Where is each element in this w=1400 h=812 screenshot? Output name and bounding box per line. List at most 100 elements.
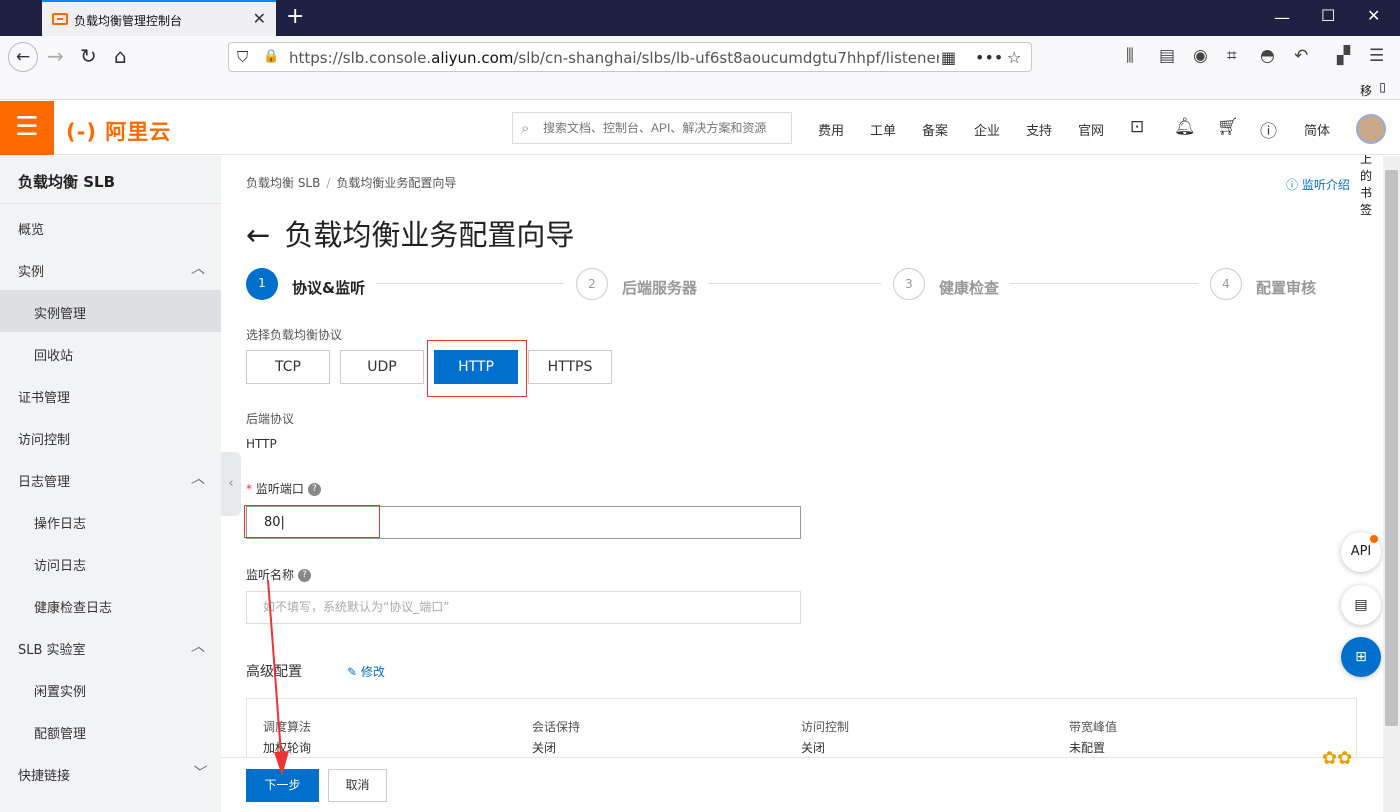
- sidebar-item-idle-instances[interactable]: 闲置实例: [0, 668, 221, 710]
- nav-website[interactable]: 官网: [1078, 120, 1104, 139]
- undo-extension-icon[interactable]: ↶: [1294, 46, 1308, 66]
- sidebar: 负载均衡 SLB 概览 实例 ︿ 实例管理 回收站 证书管理 访问控制 日志管理 ︿…: [0, 156, 221, 812]
- sidebar-item-logs[interactable]: 日志管理 ︿: [0, 458, 221, 500]
- protocol-label: 选择负载均衡协议: [246, 328, 343, 342]
- close-window-icon[interactable]: ✕: [1367, 6, 1380, 25]
- sidebar-item-quota[interactable]: 配额管理: [0, 710, 221, 752]
- bookmark-star-icon[interactable]: ☆: [1007, 48, 1021, 67]
- nav-enterprise[interactable]: 企业: [974, 120, 1000, 139]
- backend-protocol-value: HTTP: [246, 437, 277, 451]
- protocol-udp-button[interactable]: UDP: [340, 350, 424, 384]
- adv-value-acl: 关闭: [801, 741, 826, 755]
- listener-help-link[interactable]: ⓘ 监听介绍: [1286, 176, 1350, 193]
- home-icon[interactable]: ⌂: [114, 44, 127, 68]
- language-switch[interactable]: 简体: [1304, 120, 1330, 139]
- maximize-icon[interactable]: ☐: [1321, 6, 1335, 25]
- page-actions-icon[interactable]: •••: [975, 48, 1003, 67]
- sidebar-item-access-logs[interactable]: 访问日志: [0, 542, 221, 584]
- back-icon[interactable]: ←: [8, 42, 38, 72]
- next-step-button[interactable]: 下一步: [246, 769, 319, 802]
- scrollbar-thumb[interactable]: [1385, 170, 1398, 726]
- adv-value-scheduling: 加权轮询: [263, 741, 312, 755]
- sidebar-item-quick-links[interactable]: 快捷链接 ﹀: [0, 752, 221, 794]
- nav-ticket[interactable]: 工单: [870, 120, 896, 139]
- nav-icp[interactable]: 备案: [922, 120, 948, 139]
- breadcrumb: 负载均衡 SLB / 负载均衡业务配置向导: [246, 176, 457, 190]
- nav-support[interactable]: 支持: [1026, 120, 1052, 139]
- sidebar-item-instances[interactable]: 实例 ︿: [0, 248, 221, 290]
- step-2-indicator: 2: [576, 268, 608, 300]
- cancel-button[interactable]: 取消: [328, 769, 387, 802]
- step-3-indicator: 3: [893, 268, 925, 300]
- extensions-icon[interactable]: ▞: [1337, 46, 1350, 66]
- browser-menu-icon[interactable]: ☰: [1369, 46, 1384, 66]
- back-arrow-icon[interactable]: ←: [246, 218, 270, 252]
- new-tab-icon[interactable]: +: [286, 4, 304, 29]
- sidebar-item-instance-management[interactable]: 实例管理: [0, 290, 221, 332]
- adv-value-session: 关闭: [532, 741, 557, 755]
- sidebar-divider: [0, 203, 221, 204]
- avatar[interactable]: [1356, 114, 1386, 144]
- aliyun-logo[interactable]: (-) 阿里云: [66, 116, 171, 146]
- hamburger-menu-icon[interactable]: ☰: [0, 101, 54, 155]
- sidebar-item-slb-lab[interactable]: SLB 实验室 ︿: [0, 626, 221, 668]
- sidebar-item-recycle-bin[interactable]: 回收站: [0, 332, 221, 374]
- port-label: * 监听端口?: [246, 480, 321, 497]
- chevron-up-icon: ︿: [191, 261, 205, 277]
- forward-icon[interactable]: →: [47, 44, 64, 68]
- sidebar-item-overview[interactable]: 概览: [0, 206, 221, 248]
- listener-name-label: 监听名称?: [246, 566, 312, 583]
- nav-billing[interactable]: 费用: [818, 120, 844, 139]
- account-icon[interactable]: ◉: [1193, 46, 1208, 66]
- sidebar-toggle-icon[interactable]: ▤: [1159, 46, 1175, 66]
- qr-code-icon[interactable]: ▦: [941, 48, 956, 67]
- browser-tab[interactable]: 负载均衡管理控制台 ✕: [42, 0, 276, 36]
- annotation-highlight-box: [244, 505, 380, 538]
- adv-value-bandwidth: 未配置: [1069, 741, 1106, 755]
- sidebar-item-access-control[interactable]: 访问控制: [0, 416, 221, 458]
- listener-name-input[interactable]: 如不填写，系统默认为“协议_端口”: [246, 591, 801, 624]
- screenshot-icon[interactable]: ⌗: [1227, 46, 1237, 66]
- reload-icon[interactable]: ↻: [80, 44, 97, 68]
- cart-icon[interactable]: 🛒︎: [1217, 117, 1239, 137]
- minimize-icon[interactable]: —: [1274, 8, 1290, 27]
- breadcrumb-wizard: 负载均衡业务配置向导: [336, 176, 457, 190]
- question-icon[interactable]: ?: [298, 569, 312, 582]
- terminal-icon[interactable]: ⊡: [1130, 117, 1144, 137]
- sidebar-item-health-check-logs[interactable]: 健康检查日志: [0, 584, 221, 626]
- ime-flower-icon[interactable]: ✿✿: [1322, 748, 1352, 769]
- bell-icon[interactable]: 🔔︎: [1174, 117, 1196, 137]
- breadcrumb-slb[interactable]: 负载均衡 SLB: [246, 176, 320, 190]
- url-text[interactable]: https://slb.console.aliyun.com/slb/cn-sh…: [289, 49, 939, 67]
- library-icon[interactable]: ⫼: [1126, 46, 1134, 66]
- sidebar-item-certificates[interactable]: 证书管理: [0, 374, 221, 416]
- edit-advanced-link[interactable]: ✎ 修改: [347, 663, 385, 680]
- step-3-label: 健康检查: [939, 279, 1000, 297]
- tracking-shield-icon[interactable]: ⛉: [237, 48, 248, 66]
- sidebar-item-operation-logs[interactable]: 操作日志: [0, 500, 221, 542]
- search-input[interactable]: [543, 117, 785, 139]
- close-tab-icon[interactable]: ✕: [253, 9, 266, 28]
- chat-float-icon[interactable]: ▤: [1341, 585, 1381, 625]
- adv-key-bandwidth: 带宽峰值: [1069, 720, 1118, 734]
- global-search[interactable]: ⌕: [512, 112, 792, 144]
- protocol-tcp-button[interactable]: TCP: [246, 350, 330, 384]
- mobile-bookmarks-link[interactable]: ▯ 移动设备上的书签: [1360, 80, 1386, 217]
- apps-float-icon[interactable]: ⊞: [1341, 637, 1381, 677]
- backend-protocol-label: 后端协议: [246, 412, 295, 426]
- annotation-highlight-box: [427, 340, 527, 397]
- step-1-label: 协议&监听: [292, 279, 366, 297]
- protocol-https-button[interactable]: HTTPS: [528, 350, 612, 384]
- chat-extension-icon[interactable]: ◓: [1260, 46, 1275, 66]
- lock-icon[interactable]: 🔒: [263, 49, 279, 64]
- step-connector: [708, 283, 881, 284]
- footer-bar: [221, 757, 1383, 812]
- adv-key-session: 会话保持: [532, 720, 581, 734]
- notification-dot: [1370, 535, 1378, 543]
- url-bar[interactable]: ⛉ 🔒 https://slb.console.aliyun.com/slb/c…: [228, 42, 1032, 72]
- adv-key-scheduling: 调度算法: [263, 720, 312, 734]
- help-icon[interactable]: ⓘ: [1260, 117, 1277, 142]
- sidebar-collapse-handle[interactable]: ‹: [221, 452, 241, 516]
- question-icon[interactable]: ?: [307, 483, 321, 496]
- step-1-indicator: 1: [246, 268, 278, 300]
